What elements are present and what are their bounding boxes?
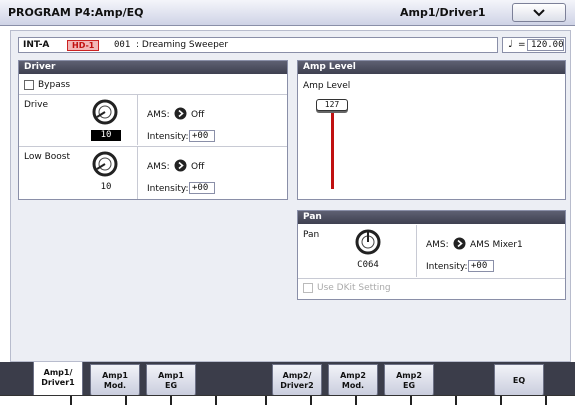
drive-intensity-label: Intensity: [147, 132, 189, 142]
divider [19, 94, 287, 95]
tempo-control[interactable]: ♩ = 120.00 [502, 37, 566, 53]
strip-tick [170, 396, 172, 405]
tab-label-line2: Driver1 [41, 378, 75, 387]
pan-knob[interactable] [355, 229, 381, 255]
drive-ams-label: AMS: [147, 110, 170, 120]
program-selector[interactable]: INT-A HD-1 001 : Dreaming Sweeper [18, 37, 498, 53]
tab-amp2-eg[interactable]: Amp2 EG [384, 364, 434, 398]
strip-tick [125, 396, 127, 405]
use-dkit-label: Use DKit Setting [317, 283, 391, 293]
drive-label: Drive [24, 100, 48, 110]
drive-intensity-field[interactable]: +00 [189, 130, 215, 142]
divider [137, 147, 138, 199]
divider [416, 225, 417, 277]
amp-level-slider-handle[interactable]: 127 [316, 99, 348, 111]
page-menu-button[interactable] [512, 3, 566, 22]
divider [137, 95, 138, 145]
amp-level-panel-title: Amp Level [298, 61, 565, 74]
driver-panel-title: Driver [19, 61, 287, 74]
tab-label-line1: Amp2 [340, 371, 366, 380]
amp-level-panel: Amp Level Amp Level 127 [297, 60, 566, 200]
pan-intensity-label: Intensity: [426, 262, 468, 272]
bypass-label: Bypass [38, 80, 71, 90]
tab-label-line2: EG [164, 381, 178, 390]
low-boost-ams-label: AMS: [147, 162, 170, 172]
tab-label-line1: Amp1 [158, 371, 184, 380]
divider [19, 146, 287, 147]
tab-amp2-mod[interactable]: Amp2 Mod. [328, 364, 378, 398]
pan-intensity-field[interactable]: +00 [468, 260, 494, 272]
tab-label-line1: Amp1/ [43, 368, 73, 377]
pan-value[interactable]: C064 [351, 260, 385, 271]
strip-tick [265, 396, 267, 405]
strip-tick [410, 396, 412, 405]
tab-label-line1: EQ [512, 376, 526, 385]
pan-label: Pan [303, 230, 320, 240]
strip-tick [455, 396, 457, 405]
strip-tick [70, 396, 72, 405]
tab-label-line1: Amp1 [102, 371, 128, 380]
chevron-down-icon [533, 9, 545, 17]
pan-ams-popup-icon[interactable] [453, 237, 466, 250]
title-bar: PROGRAM P4:Amp/EQ Amp1/Driver1 [0, 0, 575, 26]
page-label: Amp1/Driver1 [400, 6, 486, 19]
program-number: 001 [114, 40, 131, 50]
low-boost-ams-popup-icon[interactable] [174, 159, 187, 172]
tempo-equals: = [518, 40, 526, 50]
strip-tick [545, 396, 547, 405]
tab-amp2-driver2[interactable]: Amp2/ Driver2 [272, 364, 322, 398]
tab-label-line1: Amp2 [396, 371, 422, 380]
tab-label-line2: Mod. [103, 381, 127, 390]
tab-amp1-eg[interactable]: Amp1 EG [146, 364, 196, 398]
tab-label-line2: Driver2 [280, 381, 314, 390]
low-boost-label: Low Boost [24, 152, 70, 162]
quarter-note-icon: ♩ [508, 39, 513, 50]
tab-eq[interactable]: EQ [494, 364, 544, 398]
low-boost-knob[interactable] [92, 151, 118, 177]
pan-panel-title: Pan [298, 211, 565, 224]
bottom-strip [0, 395, 575, 405]
program-badge: HD-1 [67, 40, 100, 51]
pan-panel: Pan Pan C064 AMS: AMS Mixer1 Intensity: … [297, 210, 566, 300]
program-name: : Dreaming Sweeper [136, 40, 229, 50]
tab-label-line1: Amp2/ [282, 371, 312, 380]
strip-tick [500, 396, 502, 405]
low-boost-intensity-field[interactable]: +00 [189, 182, 215, 194]
strip-tick [355, 396, 357, 405]
strip-tick [310, 396, 312, 405]
drive-ams-popup-icon[interactable] [174, 107, 187, 120]
divider [298, 278, 565, 279]
page-title: PROGRAM P4:Amp/EQ [8, 6, 144, 19]
tab-label-line2: EG [402, 381, 416, 390]
amp-level-slider-fill [331, 109, 334, 189]
tempo-value[interactable]: 120.00 [527, 39, 564, 51]
low-boost-intensity-label: Intensity: [147, 184, 189, 194]
pan-ams-label: AMS: [426, 240, 449, 250]
tab-amp1-mod[interactable]: Amp1 Mod. [90, 364, 140, 398]
use-dkit-checkbox[interactable] [303, 283, 313, 293]
strip-tick [215, 396, 217, 405]
program-bank: INT-A [23, 40, 50, 50]
low-boost-ams-value[interactable]: Off [191, 162, 204, 172]
amp-level-label: Amp Level [303, 81, 351, 91]
drive-knob[interactable] [92, 99, 118, 125]
pan-ams-value[interactable]: AMS Mixer1 [470, 240, 523, 250]
drive-ams-value[interactable]: Off [191, 110, 204, 120]
drive-value[interactable]: 10 [91, 130, 121, 141]
low-boost-value[interactable]: 10 [91, 182, 121, 193]
driver-panel: Driver Bypass Drive 10 AMS: Off Intensit… [18, 60, 288, 200]
bypass-checkbox[interactable] [24, 80, 34, 90]
tab-label-line2: Mod. [341, 381, 365, 390]
